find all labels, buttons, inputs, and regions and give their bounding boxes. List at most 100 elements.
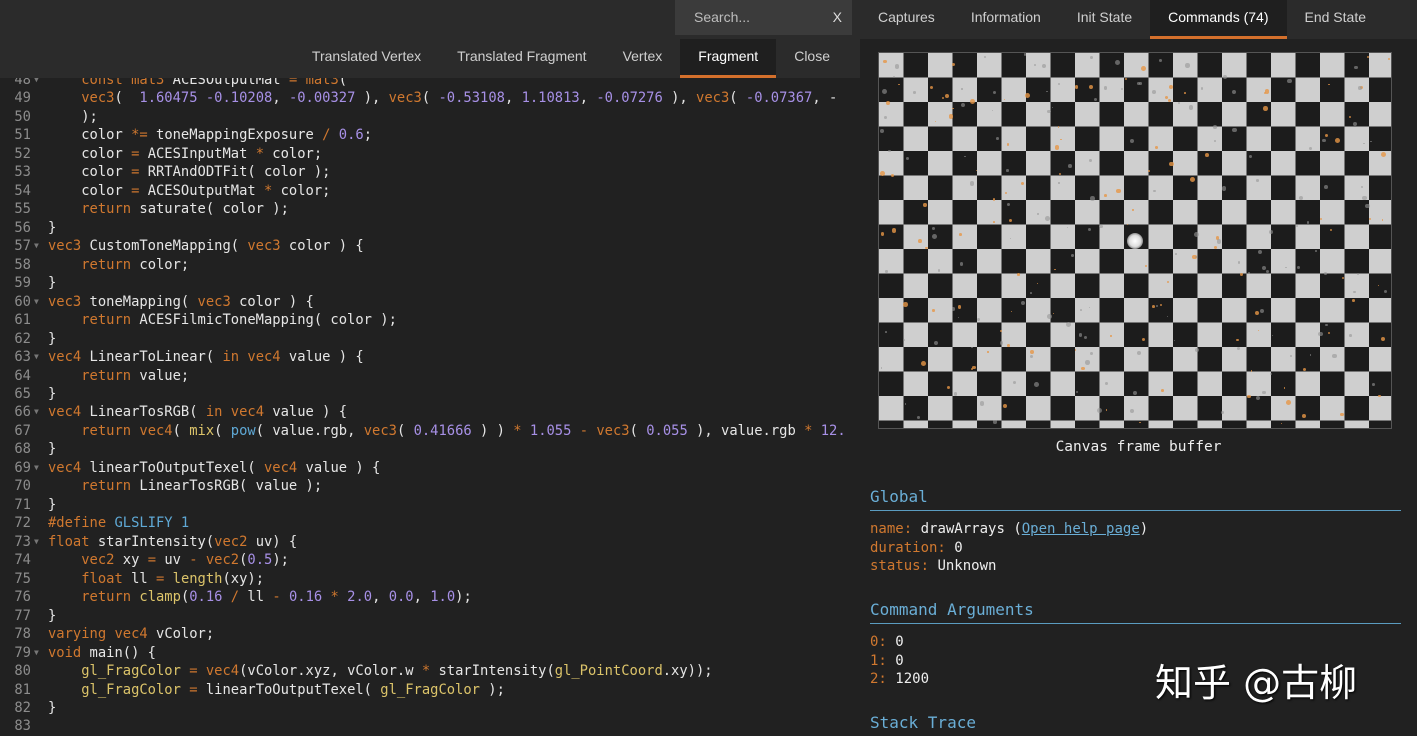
star-particle: [1000, 330, 1002, 332]
code-token: vec2: [214, 534, 247, 550]
line-number: 74: [0, 551, 31, 570]
line-number: 60: [0, 293, 31, 312]
star-particle: [1315, 250, 1317, 252]
fold-toggle-icon[interactable]: ▼: [34, 237, 39, 256]
code-text: }: [48, 440, 56, 459]
fold-toggle-icon[interactable]: ▼: [34, 293, 39, 312]
code-token: *: [513, 423, 521, 439]
star-particle: [961, 103, 965, 107]
fold-toggle-icon[interactable]: ▼: [34, 533, 39, 552]
line-number: 55: [0, 200, 31, 219]
open-help-page-link[interactable]: Open help page: [1022, 521, 1140, 537]
code-line: 53 color = RRTAndODTFit( color );: [0, 163, 860, 182]
star-particle: [892, 228, 896, 232]
star-particle: [921, 361, 926, 366]
fold-toggle-icon[interactable]: ▼: [34, 459, 39, 478]
code-token: [297, 78, 305, 88]
code-token: -: [580, 423, 588, 439]
line-number: 64: [0, 367, 31, 386]
code-token: color: [48, 146, 131, 162]
code-token: mat3: [131, 78, 164, 88]
fold-toggle-icon[interactable]: ▼: [34, 644, 39, 663]
star-particle: [960, 262, 964, 266]
star-particle: [1221, 411, 1224, 414]
code-token: GLSLIFY 1: [114, 515, 189, 531]
star-particle: [971, 347, 973, 349]
star-particle: [1010, 238, 1011, 239]
star-particle: [1328, 84, 1329, 85]
line-number: 52: [0, 145, 31, 164]
line-number: 62: [0, 330, 31, 349]
tab-end-state[interactable]: End State: [1287, 0, 1385, 39]
code-text: }: [48, 699, 56, 718]
tab-information[interactable]: Information: [953, 0, 1059, 39]
star-particle: [1325, 324, 1328, 327]
code-token: ) ): [472, 423, 514, 439]
star-particle: [1325, 134, 1329, 138]
star-particle: [935, 121, 936, 122]
code-token: 0.16: [289, 589, 322, 605]
star-particle: [942, 97, 944, 99]
code-token: [181, 682, 189, 698]
code-token: (: [729, 90, 746, 106]
shader-code-editor[interactable]: 48▼ const mat3 ACESOutputMat = mat3(49 v…: [0, 78, 860, 736]
star-particle: [1382, 219, 1384, 221]
code-line: 48▼ const mat3 ACESOutputMat = mat3(: [0, 78, 860, 90]
fold-toggle-icon[interactable]: ▼: [34, 403, 39, 422]
star-particle: [886, 101, 890, 105]
line-number: 77: [0, 607, 31, 626]
tab-vertex[interactable]: Vertex: [605, 39, 681, 78]
tab-captures[interactable]: Captures: [860, 0, 953, 39]
code-token: }: [48, 608, 56, 624]
fold-toggle-icon[interactable]: ▼: [34, 78, 39, 90]
star-particle: [913, 91, 916, 94]
code-token: return: [81, 589, 131, 605]
code-line: 56}: [0, 219, 860, 238]
star-particle: [1303, 368, 1306, 371]
code-line: 76 return clamp(0.16 / ll - 0.16 * 2.0, …: [0, 588, 860, 607]
star-particle: [1017, 273, 1020, 276]
code-token: color;: [272, 183, 330, 199]
code-token: =: [189, 682, 197, 698]
fold-toggle-icon[interactable]: ▼: [34, 348, 39, 367]
star-particle: [952, 307, 955, 310]
star-particle: [958, 305, 962, 309]
star-particle: [1088, 228, 1091, 231]
code-token: color: [48, 183, 131, 199]
global-info: name: drawArrays (Open help page) durati…: [870, 520, 1148, 576]
star-particle: [947, 386, 950, 389]
search-input[interactable]: Search... X: [675, 0, 852, 35]
star-particle: [1384, 290, 1387, 293]
tab-translated-fragment[interactable]: Translated Fragment: [439, 39, 604, 78]
star-particle: [1178, 102, 1180, 104]
code-line: 74 vec2 xy = uv - vec2(0.5);: [0, 551, 860, 570]
code-token: .xy));: [663, 663, 713, 679]
star-particle: [1009, 219, 1012, 222]
star-particle: [1262, 391, 1265, 394]
code-token: [48, 571, 81, 587]
tab-commands-74[interactable]: Commands (74): [1150, 0, 1286, 39]
star-particle: [1067, 227, 1068, 228]
code-token: ACESOutputMat: [164, 78, 289, 88]
tab-close[interactable]: Close: [776, 39, 848, 78]
code-token: vec4: [114, 626, 147, 642]
tab-init-state[interactable]: Init State: [1059, 0, 1150, 39]
star-particle: [1299, 196, 1303, 200]
code-token: uv: [156, 552, 189, 568]
tab-fragment[interactable]: Fragment: [680, 39, 776, 78]
tab-translated-vertex[interactable]: Translated Vertex: [294, 39, 439, 78]
code-token: vColor;: [148, 626, 214, 642]
star-particle: [1378, 285, 1379, 286]
code-token: vec4: [48, 460, 81, 476]
code-token: -: [272, 589, 280, 605]
star-particle: [1121, 88, 1123, 90]
code-token: vec2: [81, 552, 114, 568]
star-particle: [1365, 204, 1369, 208]
star-particle: [1030, 355, 1033, 358]
code-token: ;: [364, 127, 372, 143]
duration-key: duration:: [870, 540, 946, 556]
star-particle: [1286, 400, 1291, 405]
clear-search-button[interactable]: X: [833, 9, 842, 25]
star-particle: [1004, 99, 1005, 100]
code-token: value ) {: [297, 460, 380, 476]
